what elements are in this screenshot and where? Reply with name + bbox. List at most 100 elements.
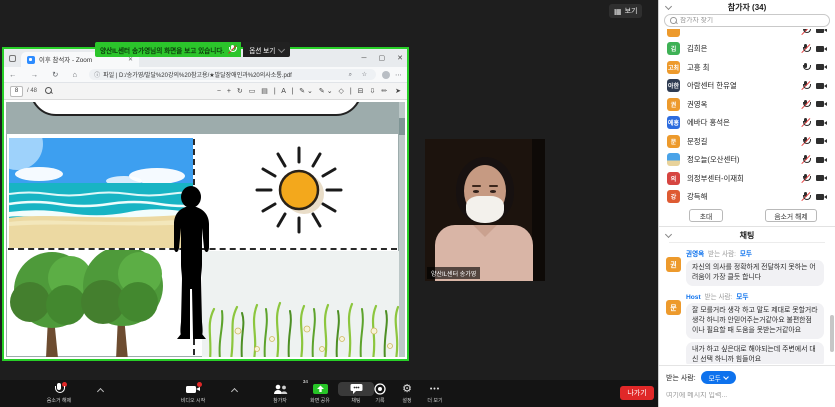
view-options-button[interactable]: 옵션 보기 — [243, 42, 290, 57]
mic-alert-badge — [62, 382, 67, 387]
pdf-pin-icon[interactable]: ➤ — [395, 87, 401, 95]
camera-off-icon[interactable] — [816, 156, 827, 164]
participants-button[interactable]: 34 참가자 — [260, 382, 300, 404]
invite-button[interactable]: 초대 — [689, 209, 723, 222]
meeting-main-area: ▦ 보기 양산IL센터 송가영님의 화면을 보고 있습니다. 옵션 보기 이후 … — [0, 0, 658, 407]
chat-bubble: 잘 모를거라 생각 하고 말도 제대로 못할거라 생각 하니까 안믿어주는거같아… — [686, 303, 824, 339]
avatar: 문 — [666, 300, 681, 315]
minimize-button[interactable]: ─ — [362, 55, 367, 62]
chat-recipient: 모두 — [736, 294, 748, 301]
leave-meeting-button[interactable]: 나가기 — [620, 386, 654, 400]
participant-row[interactable]: 에홍 에바다 홍석은 — [659, 114, 835, 133]
pdf-toolbar: 8 / 48 − + ↻ ▭ ▤ | A | ✎⌄ ✎⌄ ◇ | ⊟ ⇩ ✏ ➤ — [4, 83, 407, 100]
shared-browser-window: 이후 참석자 - Zoom ✕ ─ ▢ ✕ ← → ↻ ⌂ ⓘ 파일 | D:/… — [2, 47, 409, 361]
unmute-all-button[interactable]: 음소거 해제 — [765, 209, 817, 222]
grass-illustration — [202, 251, 402, 357]
video-background-edge — [532, 139, 545, 281]
participant-search-input[interactable] — [680, 17, 824, 24]
pdf-scrollbar-thumb[interactable] — [399, 118, 405, 135]
pdf-scrollbar[interactable] — [399, 102, 405, 357]
nav-icons[interactable]: ← → ↻ ⌂ — [9, 70, 83, 79]
avatar: 권 — [666, 257, 681, 272]
camera-off-icon[interactable] — [816, 119, 827, 127]
mic-muted-icon[interactable] — [801, 99, 810, 109]
recipient-selector[interactable]: 모두 — [701, 371, 736, 384]
info-icon: ⓘ — [94, 70, 100, 79]
mic-muted-icon[interactable] — [801, 44, 810, 54]
avatar: 강 — [667, 190, 680, 203]
video-nameplate: 양산IL센터 송가영 — [427, 267, 480, 279]
camera-off-icon[interactable] — [816, 174, 827, 182]
camera-off-icon[interactable] — [816, 137, 827, 145]
browser-navbar: ← → ↻ ⌂ ⓘ 파일 | D:/송가영/발달%20강의%20참고용/★발달장… — [4, 67, 407, 83]
avatar: 권 — [667, 98, 680, 111]
mic-icon — [54, 383, 65, 395]
mic-options-chevron[interactable] — [98, 388, 104, 394]
camera-off-icon[interactable] — [816, 29, 827, 34]
trees-illustration — [8, 250, 180, 357]
chat-compose-area: 받는 사람: 모두 — [659, 365, 835, 407]
close-button[interactable]: ✕ — [397, 54, 403, 62]
participant-row[interactable]: 권 권영옥 — [659, 95, 835, 114]
avatar: 김 — [667, 42, 680, 55]
chat-message-input[interactable] — [666, 392, 828, 399]
avatar — [667, 29, 680, 37]
chat-scrollbar-thumb[interactable] — [830, 315, 834, 352]
view-button[interactable]: ▦ 보기 — [609, 4, 642, 18]
participants-list[interactable]: 김 김희은 고최 고흥 최 아한 아람센터 한유열 권 권영옥 에홍 에 — [659, 29, 835, 208]
camera-off-icon[interactable] — [816, 100, 827, 108]
participant-row[interactable]: 고최 고흥 최 — [659, 58, 835, 77]
tab-actions-icon[interactable] — [9, 55, 16, 62]
avatar-photo — [667, 153, 680, 166]
start-video-button[interactable]: 비디오 시작 — [162, 382, 224, 404]
participant-row[interactable]: 김 김희은 — [659, 40, 835, 59]
pdf-search-icon[interactable] — [45, 87, 53, 95]
participant-row[interactable]: 강 강득해 — [659, 188, 835, 207]
pdf-toolbar-icons[interactable]: − + ↻ ▭ ▤ | A | ✎⌄ ✎⌄ ◇ | ⊟ ⇩ ✏ — [217, 87, 389, 95]
more-button[interactable]: ••• 더 보기 — [420, 382, 450, 404]
mic-muted-icon[interactable] — [801, 136, 810, 146]
mic-muted-icon[interactable] — [801, 155, 810, 165]
chevron-down-icon — [723, 374, 729, 380]
settings-button[interactable]: ⚙ 설정 — [392, 382, 422, 404]
page-number-input[interactable]: 8 — [10, 86, 23, 97]
participant-video-tile[interactable]: 양산IL센터 송가영 — [425, 139, 545, 281]
share-screen-icon — [313, 383, 328, 395]
chat-messages[interactable]: 권 권영옥 받는 사람: 모두 자신의 의사를 정확하게 전달하지 못하는 어려… — [659, 244, 835, 364]
mic-muted-icon[interactable] — [801, 118, 810, 128]
mic-muted-icon[interactable] — [801, 173, 810, 183]
participant-row[interactable]: 문 문정길 — [659, 132, 835, 151]
avatar: 에홍 — [667, 116, 680, 129]
mic-on-icon[interactable] — [801, 62, 810, 72]
chat-message-group: 권 권영옥 받는 사람: 모두 자신의 의사를 정확하게 전달하지 못하는 어려… — [666, 248, 828, 286]
mic-muted-icon[interactable] — [801, 192, 810, 202]
view-button-label: 보기 — [625, 6, 638, 16]
mic-muted-icon[interactable] — [801, 81, 810, 91]
avatar: 고최 — [667, 61, 680, 74]
participant-row[interactable]: 아한 아람센터 한유열 — [659, 77, 835, 96]
share-screen-button[interactable]: 화면 공유 — [300, 382, 340, 404]
camera-off-icon[interactable] — [816, 82, 827, 90]
camera-off-icon[interactable] — [816, 45, 827, 53]
avatar: 의 — [667, 172, 680, 185]
tab-close-icon[interactable]: ✕ — [128, 56, 133, 63]
unmute-button[interactable]: 음소거 해제 — [28, 382, 90, 404]
browser-more-icon[interactable]: ⋯ — [395, 71, 402, 79]
camera-off-icon[interactable] — [816, 63, 827, 71]
participant-row[interactable]: 의 의정부센터-이재희 — [659, 169, 835, 188]
mic-muted-icon[interactable] — [801, 29, 810, 35]
participant-row[interactable] — [659, 29, 835, 40]
camera-off-icon[interactable] — [816, 193, 827, 201]
ellipsis-icon: ••• — [430, 386, 440, 393]
share-banner-text-wrap: 양산IL센터 송가영님의 화면을 보고 있습니다. — [95, 42, 241, 57]
video-options-chevron[interactable] — [232, 388, 238, 394]
maximize-button[interactable]: ▢ — [379, 54, 386, 62]
participant-row[interactable]: 정오늘(오산센터) — [659, 151, 835, 170]
participant-search[interactable] — [664, 14, 830, 27]
participant-row[interactable] — [659, 206, 835, 208]
address-bar[interactable]: ⓘ 파일 | D:/송가영/발달%20강의%20참고용/★발달장애인과%20의사… — [89, 69, 376, 80]
meeting-toolbar: 음소거 해제 비디오 시작 34 참가자 화면 공유 채팅 — [0, 380, 658, 407]
search-icon — [670, 17, 677, 24]
profile-avatar[interactable] — [382, 71, 390, 79]
address-icons[interactable]: ⌕ ☆ — [349, 71, 371, 79]
